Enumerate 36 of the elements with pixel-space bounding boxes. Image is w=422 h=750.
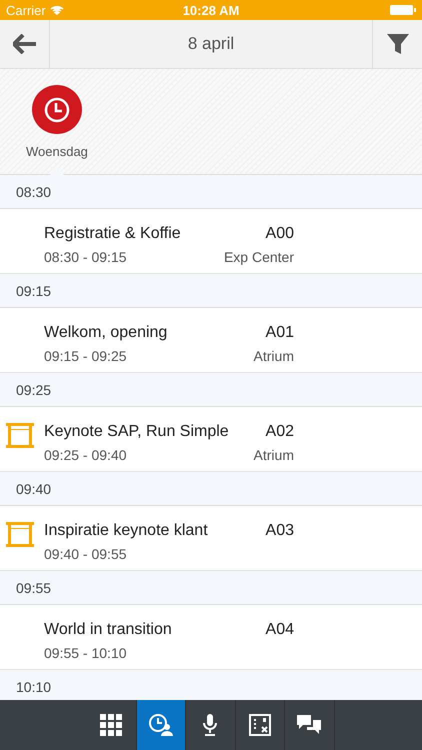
clock-time: 10:28 AM	[182, 2, 240, 18]
session-code: A04	[264, 621, 294, 639]
session-row[interactable]: Registratie & Koffie A00 08:30 - 09:15 Exp Center	[0, 209, 422, 274]
filter-icon	[386, 32, 410, 56]
session-code: A00	[264, 225, 294, 243]
session-room: Atrium	[254, 447, 294, 463]
session-time: 09:40 - 09:55	[44, 546, 128, 562]
session-time: 09:55 - 10:10	[44, 645, 128, 661]
session-title: Welkom, opening	[44, 324, 168, 342]
session-row[interactable]: World in transition A04 09:55 - 10:10	[0, 605, 422, 670]
tab-button[interactable]	[136, 700, 186, 750]
session-code: A01	[264, 324, 294, 342]
microphone-icon	[201, 713, 220, 737]
wifi-icon	[50, 5, 64, 15]
back-arrow-icon	[12, 34, 36, 54]
session-time: 09:25 - 09:40	[44, 447, 128, 463]
projector-screen-icon	[5, 420, 35, 450]
projector-screen-icon	[5, 519, 35, 549]
session-room: Atrium	[254, 348, 294, 364]
session-title: Registratie & Koffie	[44, 225, 182, 243]
session-row[interactable]: Keynote SAP, Run Simple A02 09:25 - 09:40 Atrium	[0, 407, 422, 472]
session-room: Exp Center	[224, 249, 294, 265]
carrier-label: Carrier	[6, 2, 46, 18]
session-code: A03	[264, 522, 294, 540]
map-icon	[248, 713, 272, 737]
session-row[interactable]: Welkom, opening A01 09:15 - 09:25 Atrium	[0, 308, 422, 373]
session-title: World in transition	[44, 621, 173, 639]
session-title: Inspiratie keynote klant	[44, 522, 209, 540]
session-row[interactable]: Inspiratie keynote klant A03 09:40 - 09:55	[0, 506, 422, 571]
session-code: A02	[264, 423, 294, 441]
clock-person-icon	[148, 713, 174, 737]
grid-icon	[100, 714, 122, 736]
session-title: Keynote SAP, Run Simple	[44, 423, 230, 441]
session-time: 09:15 - 09:25	[44, 348, 128, 364]
battery-icon	[390, 5, 416, 15]
clock-icon	[42, 96, 71, 124]
